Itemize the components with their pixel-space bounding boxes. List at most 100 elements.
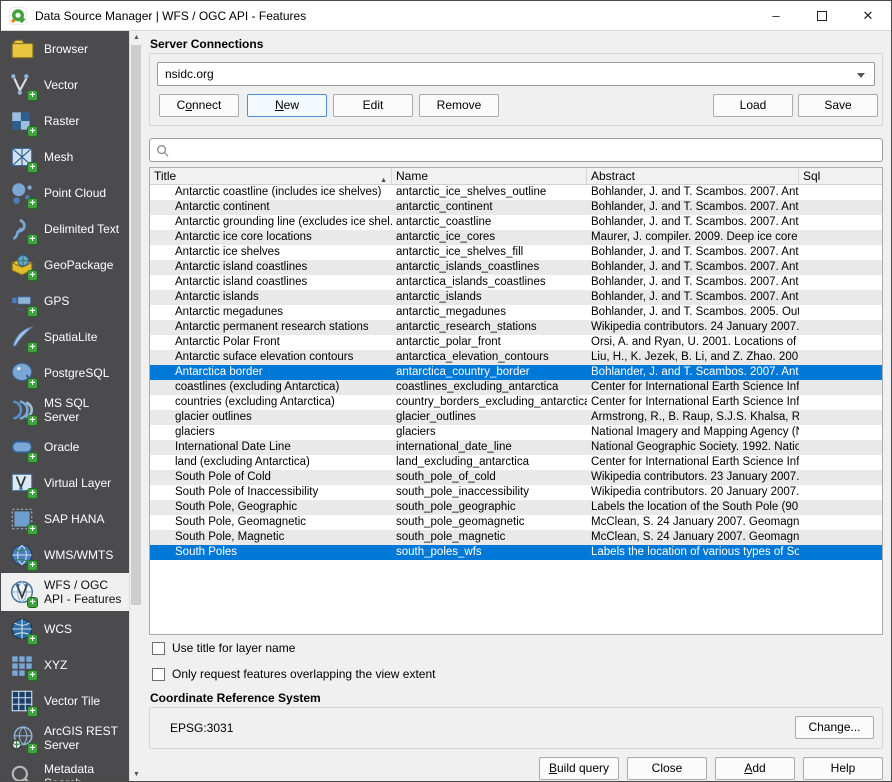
table-row[interactable]: coastlines (excluding Antarctica)coastli… xyxy=(150,380,882,395)
add-plus-badge-icon: + xyxy=(27,743,38,754)
build-query-button[interactable]: Build query xyxy=(539,757,619,780)
sidebar-item-label: MS SQL Server xyxy=(44,396,125,424)
table-row[interactable]: South Pole of Coldsouth_pole_of_coldWiki… xyxy=(150,470,882,485)
close-button[interactable]: Close xyxy=(627,757,707,780)
cell-title: Antarctic suface elevation contours xyxy=(150,350,392,365)
sidebar-item-mesh[interactable]: +Mesh xyxy=(1,139,129,175)
table-row[interactable]: Antarctic Polar Frontantarctic_polar_fro… xyxy=(150,335,882,350)
table-row[interactable]: land (excluding Antarctica)land_excludin… xyxy=(150,455,882,470)
table-row[interactable]: glaciersglaciersNational Imagery and Map… xyxy=(150,425,882,440)
sidebar-item-raster[interactable]: +Raster xyxy=(1,103,129,139)
close-window-button[interactable]: ✕ xyxy=(845,1,891,30)
add-button[interactable]: Add xyxy=(715,757,795,780)
new-button[interactable]: New xyxy=(247,94,327,117)
sidebar-item-virtual-layer[interactable]: +Virtual Layer xyxy=(1,465,129,501)
sidebar-item-point-cloud[interactable]: +Point Cloud xyxy=(1,175,129,211)
add-plus-badge-icon: + xyxy=(27,634,38,645)
cell-abstract: National Geographic Society. 1992. Natio… xyxy=(587,440,799,455)
cell-sql xyxy=(799,485,882,500)
cell-title: Antarctica border xyxy=(150,365,392,380)
cell-sql xyxy=(799,350,882,365)
cell-title: Antarctic coastline (includes ice shelve… xyxy=(150,185,392,200)
column-header-name[interactable]: Name xyxy=(392,168,587,184)
sidebar-item-wfs-ogc-api-features[interactable]: +WFS / OGC API - Features xyxy=(1,573,129,611)
table-row[interactable]: Antarctic ice core locationsantarctic_ic… xyxy=(150,230,882,245)
sidebar-item-spatialite[interactable]: +SpatiaLite xyxy=(1,319,129,355)
column-header-abstract[interactable]: Abstract xyxy=(587,168,799,184)
sidebar-item-postgresql[interactable]: +PostgreSQL xyxy=(1,355,129,391)
overlap-checkbox[interactable] xyxy=(152,668,165,681)
scrollbar-thumb[interactable] xyxy=(131,45,141,605)
sidebar-item-vector[interactable]: +Vector xyxy=(1,67,129,103)
cell-sql xyxy=(799,395,882,410)
sidebar-item-arcgis-rest-server[interactable]: +ArcGIS REST Server xyxy=(1,719,129,757)
table-row[interactable]: Antarctic suface elevation contoursantar… xyxy=(150,350,882,365)
use-title-checkbox[interactable] xyxy=(152,642,165,655)
sidebar-item-geopackage[interactable]: +GeoPackage xyxy=(1,247,129,283)
table-row[interactable]: South Pole, Geomagneticsouth_pole_geomag… xyxy=(150,515,882,530)
wms-wmts-icon: + xyxy=(9,542,35,568)
search-input[interactable] xyxy=(174,140,882,160)
cell-name: antarctic_megadunes xyxy=(392,305,587,320)
sidebar-item-label: Vector Tile xyxy=(44,694,100,708)
use-title-option[interactable]: Use title for layer name xyxy=(152,641,295,655)
table-row[interactable]: South Pole, Geographicsouth_pole_geograp… xyxy=(150,500,882,515)
cell-sql xyxy=(799,245,882,260)
table-row[interactable]: South Polessouth_poles_wfsLabels the loc… xyxy=(150,545,882,560)
cell-abstract: Bohlander, J. and T. Scambos. 2007. Ant.… xyxy=(587,200,799,215)
sidebar-item-gps[interactable]: +GPS xyxy=(1,283,129,319)
sidebar-scrollbar[interactable]: ▲ ▼ xyxy=(129,31,142,781)
table-row[interactable]: glacier outlinesglacier_outlinesArmstron… xyxy=(150,410,882,425)
geopackage-icon: + xyxy=(9,252,35,278)
save-button[interactable]: Save xyxy=(798,94,878,117)
connect-button[interactable]: Connect xyxy=(159,94,239,117)
table-row[interactable]: Antarctic islandsantarctic_islandsBohlan… xyxy=(150,290,882,305)
help-button[interactable]: Help xyxy=(803,757,883,780)
sidebar-item-browser[interactable]: Browser xyxy=(1,31,129,67)
table-row[interactable]: Antarctic grounding line (excludes ice s… xyxy=(150,215,882,230)
table-row[interactable]: Antarctica borderantarctica_country_bord… xyxy=(150,365,882,380)
cell-title: Antarctic ice shelves xyxy=(150,245,392,260)
table-row[interactable]: Antarctic coastline (includes ice shelve… xyxy=(150,185,882,200)
sidebar-item-label: Oracle xyxy=(44,440,79,454)
table-row[interactable]: Antarctic continentantarctic_continentBo… xyxy=(150,200,882,215)
sidebar-item-xyz[interactable]: +XYZ xyxy=(1,647,129,683)
table-row[interactable]: South Pole, Magneticsouth_pole_magneticM… xyxy=(150,530,882,545)
cell-abstract: Bohlander, J. and T. Scambos. 2007. Ant.… xyxy=(587,365,799,380)
metadata-search-icon xyxy=(9,763,35,781)
table-row[interactable]: South Pole of Inaccessibilitysouth_pole_… xyxy=(150,485,882,500)
column-header-sql[interactable]: Sql xyxy=(799,168,882,184)
edit-button[interactable]: Edit xyxy=(333,94,413,117)
sidebar-item-sap-hana[interactable]: +SAP HANA xyxy=(1,501,129,537)
cell-abstract: Armstrong, R., B. Raup, S.J.S. Khalsa, R… xyxy=(587,410,799,425)
table-row[interactable]: International Date Lineinternational_dat… xyxy=(150,440,882,455)
column-header-title[interactable]: Title ▲ xyxy=(150,168,392,184)
sidebar-item-delimited-text[interactable]: +Delimited Text xyxy=(1,211,129,247)
table-row[interactable]: Antarctic ice shelvesantarctic_ice_shelv… xyxy=(150,245,882,260)
remove-button[interactable]: Remove xyxy=(419,94,499,117)
table-body: Antarctic coastline (includes ice shelve… xyxy=(150,185,882,560)
table-row[interactable]: Antarctic megadunesantarctic_megadunesBo… xyxy=(150,305,882,320)
connection-selected-value: nsidc.org xyxy=(165,67,214,81)
sidebar-item-vector-tile[interactable]: +Vector Tile xyxy=(1,683,129,719)
table-row[interactable]: countries (excluding Antarctica)country_… xyxy=(150,395,882,410)
table-row[interactable]: Antarctic island coastlinesantarctic_isl… xyxy=(150,260,882,275)
cell-abstract: Orsi, A. and Ryan, U. 2001. Locations of… xyxy=(587,335,799,350)
sidebar-item-oracle[interactable]: +Oracle xyxy=(1,429,129,465)
table-row[interactable]: Antarctic island coastlinesantarctica_is… xyxy=(150,275,882,290)
sidebar-item-wms-wmts[interactable]: +WMS/WMTS xyxy=(1,537,129,573)
sidebar-item-label: Vector xyxy=(44,78,78,92)
connection-select[interactable]: nsidc.org xyxy=(157,62,875,86)
sidebar-item-metadata-search[interactable]: Metadata Search xyxy=(1,757,129,781)
load-button[interactable]: Load xyxy=(713,94,793,117)
cell-abstract: Labels the location of various types of … xyxy=(587,545,799,560)
table-row[interactable]: Antarctic permanent research stationsant… xyxy=(150,320,882,335)
sidebar-item-ms-sql-server[interactable]: +MS SQL Server xyxy=(1,391,129,429)
minimize-button[interactable]: – xyxy=(753,1,799,30)
cell-title: Antarctic islands xyxy=(150,290,392,305)
change-crs-button[interactable]: Change... xyxy=(795,716,874,739)
maximize-button[interactable] xyxy=(799,1,845,30)
overlap-option[interactable]: Only request features overlapping the vi… xyxy=(152,667,435,681)
sidebar-item-wcs[interactable]: +WCS xyxy=(1,611,129,647)
cell-abstract: Bohlander, J. and T. Scambos. 2007. Ant.… xyxy=(587,215,799,230)
